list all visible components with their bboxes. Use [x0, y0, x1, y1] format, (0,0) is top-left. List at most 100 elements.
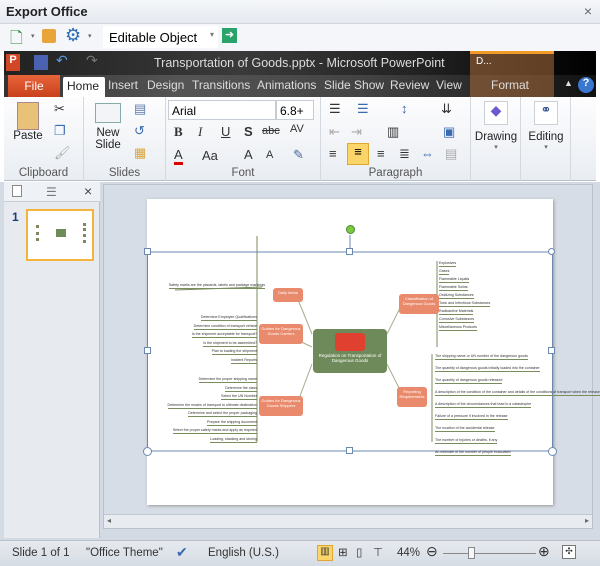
leaf-topic[interactable]: Determine the proper shipping name [198, 377, 257, 383]
leaf-topic[interactable]: Radioactive Materials [439, 309, 474, 315]
open-folder-icon[interactable] [42, 29, 56, 43]
leaf-topic[interactable]: Determine and select the proper packagin… [188, 411, 257, 417]
tab-transitions[interactable]: Transitions [192, 78, 250, 92]
editing-button[interactable]: ⚭ Editing ▾ [523, 101, 569, 151]
zoom-slider-thumb[interactable] [467, 547, 475, 559]
section-icon[interactable]: ▦ [134, 145, 146, 161]
columns-icon[interactable]: ▥ [387, 124, 399, 140]
chevron-down-icon[interactable]: ▾ [31, 32, 35, 40]
decrease-indent-icon[interactable]: ⇤ [329, 124, 340, 140]
leaf-topic[interactable]: Plan to loading the shipment [211, 349, 257, 355]
leaf-topic[interactable]: An estimate of the number of people evac… [435, 450, 511, 456]
tab-file[interactable]: File [8, 75, 60, 97]
leaf-topic[interactable]: Gases [439, 269, 450, 275]
normal-view-icon[interactable]: ▥ [317, 545, 333, 561]
save-icon[interactable] [34, 55, 48, 70]
resize-handle[interactable] [548, 347, 555, 354]
increase-indent-icon[interactable]: ⇥ [351, 124, 362, 140]
layout-icon[interactable]: ▤ [134, 101, 146, 117]
export-go-icon[interactable]: ➜ [222, 28, 237, 43]
zoom-in-icon[interactable]: ⊕ [538, 543, 550, 560]
leaf-topic[interactable]: Select the proper safety marks and apply… [172, 428, 257, 434]
cut-icon[interactable]: ✂ [54, 101, 65, 117]
resize-handle[interactable] [144, 248, 151, 255]
leaf-topic[interactable]: Determine condition of transport vehicle [193, 324, 257, 330]
font-color-icon[interactable]: A [174, 147, 183, 165]
leaf-topic[interactable]: Incident Reports [230, 358, 257, 364]
leaf-topic[interactable]: Safety marks are the placards, labels an… [168, 283, 265, 289]
chevron-down-icon[interactable]: ▾ [88, 32, 92, 40]
tab-design[interactable]: Design [147, 78, 184, 92]
leaf-topic[interactable]: Loading, stacking and storing [210, 437, 257, 443]
align-right-icon[interactable]: ≡ [377, 146, 385, 161]
tab-home[interactable]: Home [63, 77, 105, 97]
minimize-ribbon-icon[interactable]: ▲ [564, 78, 573, 88]
zoom-level[interactable]: 44% [397, 547, 420, 559]
underline-icon[interactable]: U [221, 124, 230, 139]
reading-view-icon[interactable]: ▯ [356, 545, 362, 559]
drawing-button[interactable]: ◆ Drawing ▾ [473, 101, 519, 151]
grow-font-icon[interactable]: A [244, 147, 253, 162]
change-case-icon[interactable]: Aa [202, 148, 218, 163]
leaf-topic[interactable]: Oxidizing Substances [439, 293, 474, 299]
smartart-icon[interactable]: ▤ [445, 146, 457, 162]
tab-slide-show[interactable]: Slide Show [324, 78, 384, 92]
resize-handle[interactable] [346, 447, 353, 454]
paste-button[interactable]: Paste [10, 102, 46, 158]
spell-check-icon[interactable]: ✔ [176, 544, 188, 561]
leaf-topic[interactable]: Is the shipment acceptable for transport… [191, 332, 257, 338]
bold-icon[interactable]: B [174, 124, 183, 140]
leaf-topic[interactable]: Corrosive Substances [439, 317, 475, 323]
leaf-topic[interactable]: The quantity of dangerous goods initiall… [435, 366, 540, 372]
align-left-icon[interactable]: ≡ [329, 146, 337, 161]
slides-tab-icon[interactable] [12, 185, 22, 197]
rotate-handle[interactable] [346, 225, 355, 234]
slide-thumbnail[interactable] [26, 209, 94, 261]
export-mode-select[interactable]: Editable Object ▾ [103, 26, 218, 48]
character-spacing-icon[interactable]: AV [290, 123, 304, 135]
line-spacing-icon[interactable]: ↕ [401, 101, 408, 116]
new-document-icon[interactable]: 🗋 [10, 27, 23, 54]
resize-handle[interactable] [548, 447, 557, 456]
numbering-icon[interactable]: ☰ [357, 101, 369, 117]
font-name-select[interactable]: Arial [168, 100, 276, 120]
close-pane-icon[interactable]: × [84, 183, 92, 199]
branch-node[interactable]: Reporting Requirements [397, 387, 427, 407]
slide-show-icon[interactable]: ⊤ [373, 545, 383, 559]
leaf-topic[interactable]: Select the UN Number [221, 394, 257, 400]
copy-icon[interactable]: ❐ [54, 123, 66, 139]
strikethrough-icon[interactable]: abc [262, 125, 280, 137]
leaf-topic[interactable]: Flammable Liquids [439, 277, 470, 283]
leaf-topic[interactable]: The number of injuries or deaths, if any [435, 438, 498, 444]
leaf-topic[interactable]: A description of the circumstances that … [435, 402, 532, 408]
resize-handle[interactable] [144, 347, 151, 354]
shrink-font-icon[interactable]: A [266, 149, 273, 161]
align-center-icon[interactable]: ≡ [347, 143, 369, 165]
close-button[interactable]: × [584, 3, 592, 19]
leaf-topic[interactable]: Is the shipment to be assembled? [203, 341, 257, 347]
zoom-slider[interactable] [443, 547, 536, 559]
leaf-topic[interactable]: A description of the condition of the co… [435, 390, 600, 396]
leaf-topic[interactable]: The quantity of dangerous goods released [435, 378, 503, 384]
leaf-topic[interactable]: The location of the accidental release [435, 426, 495, 432]
branch-node[interactable]: Classification of Dangerous Goods [399, 294, 439, 314]
branch-node[interactable]: Guides for Dangerous Goods Carriers [259, 324, 303, 344]
fit-to-window-icon[interactable]: ✣ [562, 545, 576, 559]
tab-insert[interactable]: Insert [108, 78, 138, 92]
resize-handle[interactable] [346, 248, 353, 255]
clear-formatting-icon[interactable]: ✎ [293, 147, 304, 163]
leaf-topic[interactable]: Failure of a pressure if involved in the… [435, 414, 508, 420]
help-icon[interactable]: ? [578, 77, 594, 93]
slide-sorter-icon[interactable]: ⊞ [338, 545, 348, 559]
align-text-icon[interactable]: ▣ [443, 124, 455, 140]
leaf-topic[interactable]: The shipping name or UN number of the da… [435, 354, 528, 360]
leaf-topic[interactable]: Determine Employee Qualifications [200, 315, 257, 321]
leaf-topic[interactable]: Miscellaneous Products [439, 325, 477, 331]
reset-icon[interactable]: ↺ [134, 123, 145, 139]
resize-handle[interactable] [143, 447, 152, 456]
leaf-topic[interactable]: Determine the modes of transport to ulti… [167, 403, 257, 409]
shadow-icon[interactable]: S [244, 124, 253, 139]
leaf-topic[interactable]: Flammable Solids [439, 285, 468, 291]
bullets-icon[interactable]: ☰ [329, 101, 341, 117]
italic-icon[interactable]: I [198, 124, 202, 140]
